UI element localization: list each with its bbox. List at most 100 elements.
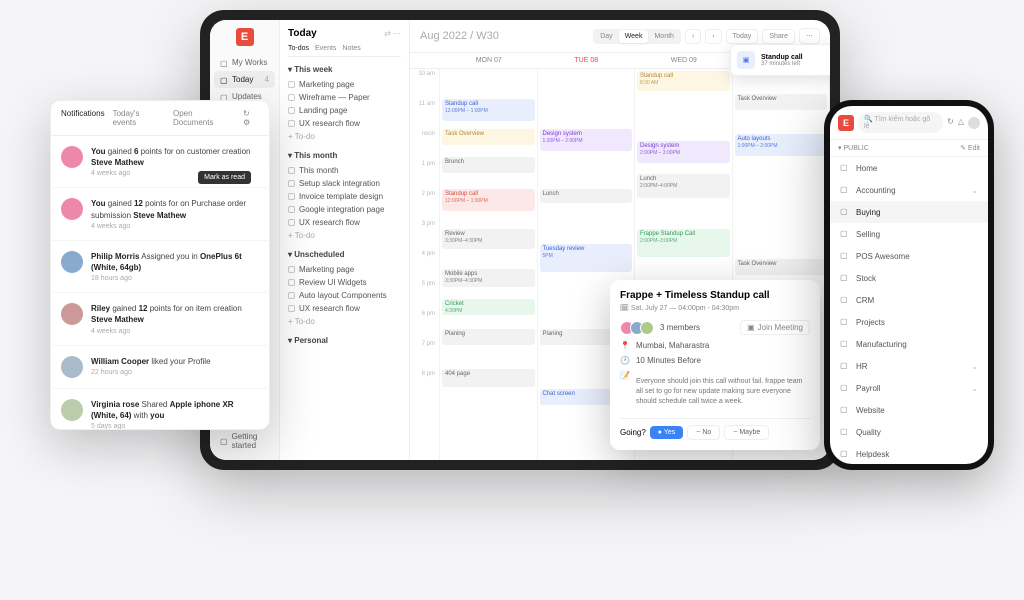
task-item[interactable]: UX research flow — [288, 302, 401, 315]
checkbox-icon[interactable] — [288, 107, 295, 114]
notif-tab[interactable]: Notifications — [61, 109, 105, 127]
calendar-event[interactable]: Review3:30PM–4:30PM — [442, 229, 535, 249]
task-item[interactable]: This month — [288, 164, 401, 177]
section-title[interactable]: ▾ Unscheduled — [288, 250, 401, 259]
section-title[interactable]: ▾ This month — [288, 151, 401, 160]
view-day-button[interactable]: Day — [594, 30, 618, 43]
calendar-event[interactable]: Task Overview — [735, 259, 828, 275]
menu-item-payroll[interactable]: ▢Payroll⌄ — [830, 377, 988, 399]
checkbox-icon[interactable] — [288, 206, 295, 213]
sync-icon[interactable]: ↻ — [947, 117, 954, 129]
view-week-button[interactable]: Week — [619, 30, 649, 43]
notification-item[interactable]: Riley gained 12 points for on item creat… — [51, 293, 269, 345]
calendar-month[interactable]: Aug 2022 / W30 — [420, 30, 499, 42]
menu-item-hr[interactable]: ▢HR⌄ — [830, 355, 988, 377]
day-header[interactable]: TUE 08 — [538, 53, 636, 68]
todo-tab-to-dos[interactable]: To-dos — [288, 45, 309, 52]
day-header[interactable]: MON 07 — [440, 53, 538, 68]
day-column[interactable]: Standup call12:00PM – 1:00PM Task Overvie… — [440, 69, 538, 460]
calendar-event[interactable]: Standup call12:00PM – 1:00PM — [442, 189, 535, 211]
gear-icon[interactable]: ↻ ⚙ — [243, 109, 259, 127]
share-button[interactable]: Share — [762, 29, 795, 44]
next-button[interactable]: › — [705, 29, 721, 44]
add-todo-button[interactable]: + To-do — [288, 229, 401, 242]
bell-icon[interactable]: △ — [958, 117, 964, 129]
today-button[interactable]: Today — [726, 29, 759, 44]
checkbox-icon[interactable] — [288, 81, 295, 88]
search-input[interactable]: 🔍 Tìm kiếm hoặc gõ lệ — [858, 112, 943, 133]
notification-item[interactable]: You gained 12 points for on Purchase ord… — [51, 188, 269, 240]
task-item[interactable]: Invoice template design — [288, 190, 401, 203]
calendar-event[interactable]: Mobile apps3:30PM–4:30PM — [442, 269, 535, 287]
notification-item[interactable]: Virginia rose Shared Apple iphone XR (Wh… — [51, 389, 269, 431]
checkbox-icon[interactable] — [288, 305, 295, 312]
checkbox-icon[interactable] — [288, 180, 295, 187]
menu-item-buying[interactable]: ▢Buying — [830, 201, 988, 223]
task-item[interactable]: Marketing page — [288, 263, 401, 276]
avatar-icon[interactable] — [968, 117, 980, 129]
checkbox-icon[interactable] — [288, 120, 295, 127]
add-todo-button[interactable]: + To-do — [288, 130, 401, 143]
menu-item-projects[interactable]: ▢Projects — [830, 311, 988, 333]
calendar-event[interactable]: Planing — [442, 329, 535, 345]
sidebar-item-getting-started[interactable]: ▢Getting started — [214, 428, 275, 454]
checkbox-icon[interactable] — [288, 167, 295, 174]
sidebar-item-my-works[interactable]: ▢My Works — [214, 54, 275, 71]
sidebar-item-today[interactable]: ▢Today4 — [214, 71, 275, 88]
menu-item-accounting[interactable]: ▢Accounting⌄ — [830, 179, 988, 201]
calendar-event[interactable]: Design system2:00PM – 3:00PM — [637, 141, 730, 163]
menu-item-pos-awesome[interactable]: ▢POS Awesome — [830, 245, 988, 267]
task-item[interactable]: Auto layout Components — [288, 289, 401, 302]
view-month-button[interactable]: Month — [648, 30, 679, 43]
calendar-event[interactable]: Task Overview — [442, 129, 535, 145]
add-todo-button[interactable]: + To-do — [288, 315, 401, 328]
going-maybe-button[interactable]: − Maybe — [724, 425, 769, 440]
going-yes-button[interactable]: ● Yes — [650, 426, 683, 439]
calendar-event[interactable]: Cricket4:30PM — [442, 299, 535, 315]
todo-tab-events[interactable]: Events — [315, 45, 336, 52]
section-title[interactable]: ▾ Personal — [288, 336, 401, 345]
notification-item[interactable]: Philip Morris Assigned you in OnePlus 6t… — [51, 241, 269, 293]
day-header[interactable]: WED 09 — [635, 53, 733, 68]
menu-item-home[interactable]: ▢Home — [830, 157, 988, 179]
task-item[interactable]: UX research flow — [288, 117, 401, 130]
notif-tab[interactable]: Open Documents — [173, 109, 235, 127]
more-button[interactable]: ⋯ — [799, 28, 820, 44]
standup-reminder-card[interactable]: ▣ Standup call 37 minutes left — [730, 44, 830, 76]
menu-item-helpdesk[interactable]: ▢Helpdesk — [830, 443, 988, 464]
prev-button[interactable]: ‹ — [685, 29, 701, 44]
calendar-event[interactable]: Frappe Standup Call2:00PM–3:00PM — [637, 229, 730, 257]
app-logo[interactable]: E — [236, 28, 254, 46]
app-logo[interactable]: E — [838, 115, 854, 131]
checkbox-icon[interactable] — [288, 279, 295, 286]
notification-item[interactable]: William Cooper liked your Profile22 hour… — [51, 346, 269, 389]
going-no-button[interactable]: − No — [687, 425, 720, 440]
calendar-event[interactable]: Task Overview — [735, 94, 828, 110]
calendar-event[interactable]: Auto layouts1:00PM – 2:00PM — [735, 134, 828, 156]
calendar-event[interactable]: Standup call12:00PM – 1:00PM — [442, 99, 535, 121]
calendar-event[interactable]: Tuesday review5PM — [540, 244, 633, 272]
task-item[interactable]: Landing page — [288, 104, 401, 117]
menu-item-crm[interactable]: ▢CRM — [830, 289, 988, 311]
join-meeting-button[interactable]: ▣ Join Meeting — [740, 320, 810, 335]
menu-item-quality[interactable]: ▢Quality — [830, 421, 988, 443]
calendar-event[interactable]: Design system1:30PM – 2:00PM — [540, 129, 633, 151]
task-item[interactable]: Wireframe — Paper — [288, 91, 401, 104]
section-title[interactable]: ▾ This week — [288, 65, 401, 74]
menu-item-stock[interactable]: ▢Stock — [830, 267, 988, 289]
menu-item-manufacturing[interactable]: ▢Manufacturing — [830, 333, 988, 355]
todo-options-icon[interactable]: ⇄ ⋯ — [384, 29, 401, 38]
calendar-event[interactable]: Lunch2:00PM–4:00PM — [637, 174, 730, 198]
checkbox-icon[interactable] — [288, 193, 295, 200]
task-item[interactable]: UX research flow — [288, 216, 401, 229]
checkbox-icon[interactable] — [288, 266, 295, 273]
calendar-event[interactable]: Standup call8:30 AM — [637, 71, 730, 91]
task-item[interactable]: Setup slack integration — [288, 177, 401, 190]
checkbox-icon[interactable] — [288, 94, 295, 101]
calendar-event[interactable]: Brunch — [442, 157, 535, 173]
calendar-event[interactable]: Lunch — [540, 189, 633, 203]
task-item[interactable]: Marketing page — [288, 78, 401, 91]
notif-tab[interactable]: Today's events — [113, 109, 165, 127]
calendar-event[interactable]: 404 page — [442, 369, 535, 387]
checkbox-icon[interactable] — [288, 219, 295, 226]
